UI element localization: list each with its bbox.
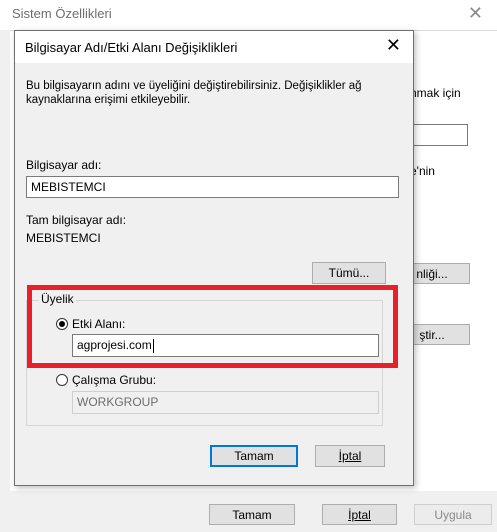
bg-cancel-button[interactable]: İptal	[322, 504, 397, 525]
bg-partial-text: nmak için	[410, 86, 461, 100]
more-button[interactable]: Tümü...	[312, 262, 386, 284]
system-properties-close-icon[interactable]: ✕	[468, 3, 483, 24]
bg-ok-button[interactable]: Tamam	[209, 504, 295, 525]
domain-radio-dot	[59, 321, 65, 327]
dialog-description: Bu bilgisayarın adını ve üyeliğini değiş…	[26, 80, 362, 106]
full-computer-name-label: Tam bilgisayar adı:	[26, 213, 127, 227]
workgroup-radio[interactable]	[56, 374, 68, 386]
text-cursor	[152, 338, 154, 353]
dialog-title: Bilgisayar Adı/Etki Alanı Değişiklikleri	[25, 40, 238, 55]
domain-field[interactable]: agprojesi.com	[72, 334, 379, 357]
workgroup-label[interactable]: Çalışma Grubu:	[72, 373, 156, 387]
computer-name-label: Bilgisayar adı:	[26, 158, 102, 172]
bg-apply-button: Uygula	[414, 504, 492, 525]
ok-button[interactable]: Tamam	[210, 445, 298, 467]
system-properties-title: Sistem Özellikleri	[12, 6, 112, 21]
close-icon[interactable]: ✕	[386, 35, 401, 56]
workgroup-field: WORKGROUP	[72, 391, 379, 414]
cancel-button[interactable]: İptal	[315, 445, 385, 467]
domain-radio[interactable]	[56, 318, 68, 330]
more-button-label: Tümü...	[328, 266, 370, 280]
bg-cancel-label: İptal	[348, 508, 371, 522]
membership-legend: Üyelik	[39, 292, 76, 306]
ok-button-label: Tamam	[234, 449, 274, 463]
full-computer-name-value: MEBISTEMCI	[26, 231, 101, 245]
domain-field-value: agprojesi.com	[77, 338, 152, 352]
dialog-titlebar: Bilgisayar Adı/Etki Alanı Değişiklikleri…	[15, 31, 413, 63]
domain-label[interactable]: Etki Alanı:	[72, 317, 125, 331]
cancel-button-label: İptal	[338, 449, 362, 463]
computer-name-field[interactable]: MEBISTEMCI	[26, 176, 399, 198]
